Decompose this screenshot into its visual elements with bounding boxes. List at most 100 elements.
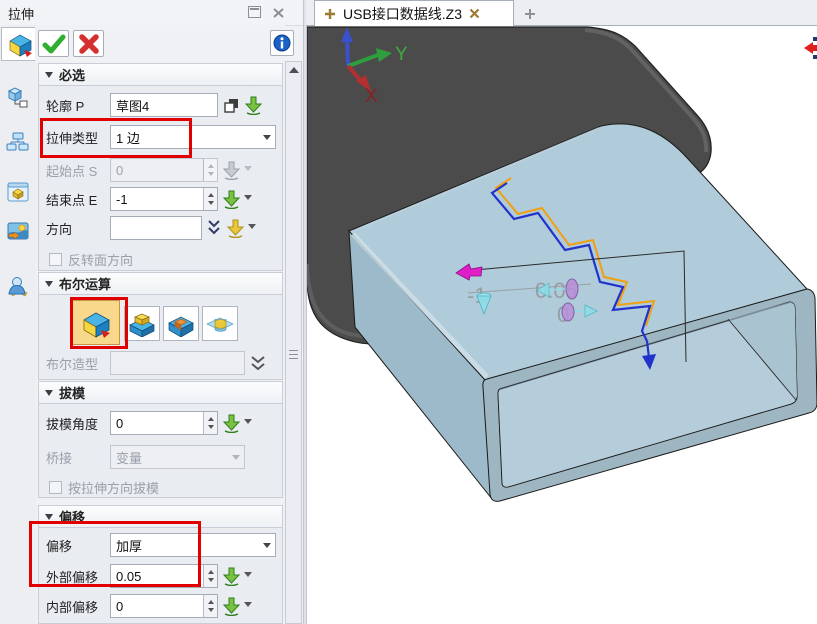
extrude-type-label: 拉伸类型 bbox=[46, 128, 110, 147]
section-required-title: 必选 bbox=[59, 65, 85, 84]
draft-angle-input[interactable]: 0 bbox=[110, 411, 218, 435]
section-boolean-header[interactable]: 布尔运算 bbox=[38, 272, 283, 295]
chevron-down-icon[interactable] bbox=[244, 195, 252, 204]
end-point-row: 结束点 E -1 bbox=[46, 186, 252, 212]
info-icon bbox=[273, 34, 291, 52]
inner-offset-input[interactable]: 0 bbox=[110, 594, 218, 618]
section-required-header[interactable]: 必选 bbox=[38, 63, 283, 86]
double-chevron-down-icon[interactable] bbox=[206, 218, 222, 238]
chevron-down-icon[interactable] bbox=[244, 602, 252, 611]
flip-face-row: 反转面方向 bbox=[46, 246, 133, 272]
outer-offset-row: 外部偏移 0.05 bbox=[46, 563, 252, 589]
copy-icon[interactable] bbox=[222, 96, 240, 114]
chevron-down-icon bbox=[244, 166, 252, 175]
restore-icon[interactable] bbox=[248, 6, 261, 18]
app-window: 拉伸 bbox=[0, 0, 817, 624]
panel-scrollbar[interactable] bbox=[285, 61, 302, 624]
boolean-subtract-button[interactable] bbox=[163, 306, 199, 341]
axis-x-label: X bbox=[365, 86, 378, 107]
collapse-triangle-icon bbox=[45, 281, 53, 287]
offset-row: 偏移 加厚 bbox=[46, 532, 276, 558]
offset-label: 偏移 bbox=[46, 536, 110, 555]
axis-y-label: Y bbox=[395, 44, 408, 65]
section-boolean-title: 布尔运算 bbox=[59, 274, 111, 293]
inner-offset-row: 内部偏移 0 bbox=[46, 593, 252, 619]
chevron-down-icon[interactable] bbox=[244, 572, 252, 581]
extrude-form: 必选 轮廓 P 草图4 拉伸类型 1 边 起始点 S bbox=[36, 25, 285, 624]
collapse-triangle-icon bbox=[45, 72, 53, 78]
pick-arrow-green-icon[interactable] bbox=[222, 414, 241, 433]
direction-label: 方向 bbox=[46, 219, 110, 238]
document-tab[interactable]: USB接口数据线.Z3 bbox=[314, 0, 514, 26]
scroll-up-icon[interactable] bbox=[286, 62, 301, 78]
direction-row: 方向 bbox=[46, 215, 256, 241]
spinner[interactable] bbox=[203, 188, 217, 210]
section-offset-header[interactable]: 偏移 bbox=[38, 505, 283, 528]
boolean-shape-input bbox=[110, 351, 245, 375]
3d-viewport-canvas[interactable]: -1 0.05 0 Y X bbox=[307, 26, 817, 624]
boolean-shape-row: 布尔造型 bbox=[46, 350, 267, 376]
extrude-box-icon[interactable] bbox=[1, 27, 35, 61]
info-button[interactable] bbox=[270, 30, 294, 56]
dock-arrow-icon[interactable] bbox=[804, 37, 817, 59]
draft-along-checkbox bbox=[49, 481, 62, 494]
end-point-input[interactable]: -1 bbox=[110, 187, 218, 211]
boolean-intersect-button[interactable] bbox=[202, 306, 238, 341]
flip-face-checkbox bbox=[49, 253, 62, 266]
ok-button[interactable] bbox=[38, 30, 69, 57]
plus-icon bbox=[524, 8, 536, 20]
pick-arrow-green-icon[interactable] bbox=[222, 597, 241, 616]
panel-tab-strip bbox=[0, 25, 37, 624]
panel-title: 拉伸 bbox=[8, 4, 34, 23]
new-tab-button[interactable] bbox=[524, 7, 536, 25]
extrude-type-select[interactable]: 1 边 bbox=[110, 125, 276, 149]
pick-arrow-yellow-icon[interactable] bbox=[226, 219, 245, 238]
pick-arrow-green-icon[interactable] bbox=[222, 567, 241, 586]
extrude-type-row: 拉伸类型 1 边 bbox=[46, 124, 276, 150]
cancel-button[interactable] bbox=[73, 30, 104, 57]
user-icon[interactable] bbox=[4, 271, 32, 301]
draft-angle-row: 拔模角度 0 bbox=[46, 410, 252, 436]
outer-offset-input[interactable]: 0.05 bbox=[110, 564, 218, 588]
tab-close-icon[interactable] bbox=[469, 8, 480, 19]
boolean-add-button[interactable] bbox=[124, 306, 160, 341]
scrollbar-grip[interactable] bbox=[289, 350, 298, 362]
chevron-down-icon[interactable] bbox=[244, 419, 252, 428]
pick-arrow-green-icon[interactable] bbox=[244, 96, 263, 115]
cancel-icon bbox=[78, 34, 100, 54]
direction-input[interactable] bbox=[110, 216, 202, 240]
pick-arrow-green-icon[interactable] bbox=[222, 190, 241, 209]
chevron-down-icon[interactable] bbox=[248, 224, 256, 233]
section-draft-header[interactable]: 拔模 bbox=[38, 381, 283, 404]
3d-viewport[interactable]: -1 0.05 0 Y X bbox=[306, 26, 817, 624]
collapse-triangle-icon bbox=[45, 514, 53, 520]
end-point-label: 结束点 E bbox=[46, 190, 110, 209]
double-chevron-down-icon[interactable] bbox=[249, 353, 267, 373]
chevron-down-icon bbox=[232, 455, 240, 464]
boolean-base-button[interactable] bbox=[72, 300, 120, 345]
spinner[interactable] bbox=[203, 595, 217, 617]
boolean-shape-label: 布尔造型 bbox=[46, 354, 110, 373]
cube-node-icon[interactable] bbox=[4, 82, 32, 112]
section-offset-title: 偏移 bbox=[59, 507, 85, 526]
spinner bbox=[203, 159, 217, 181]
box-window-icon[interactable] bbox=[4, 177, 32, 207]
panel-titlebar: 拉伸 bbox=[0, 0, 303, 26]
bridge-row: 桥接 变量 bbox=[46, 444, 245, 470]
spinner[interactable] bbox=[203, 412, 217, 434]
start-point-input: 0 bbox=[110, 158, 218, 182]
document-tabbar: USB接口数据线.Z3 bbox=[306, 0, 817, 26]
drag-sphere-inner[interactable] bbox=[562, 303, 574, 321]
tab-plus-icon bbox=[324, 8, 336, 20]
spinner[interactable] bbox=[203, 565, 217, 587]
image-icon[interactable] bbox=[4, 216, 32, 246]
check-icon bbox=[42, 34, 66, 54]
close-icon[interactable] bbox=[272, 6, 285, 18]
drag-sphere-outer[interactable] bbox=[566, 279, 578, 299]
flip-face-label: 反转面方向 bbox=[68, 250, 133, 269]
offset-select[interactable]: 加厚 bbox=[110, 533, 276, 557]
bridge-select: 变量 bbox=[110, 445, 245, 469]
handle-line bbox=[547, 289, 567, 290]
hierarchy-icon[interactable] bbox=[4, 127, 32, 157]
profile-input[interactable]: 草图4 bbox=[110, 93, 218, 117]
